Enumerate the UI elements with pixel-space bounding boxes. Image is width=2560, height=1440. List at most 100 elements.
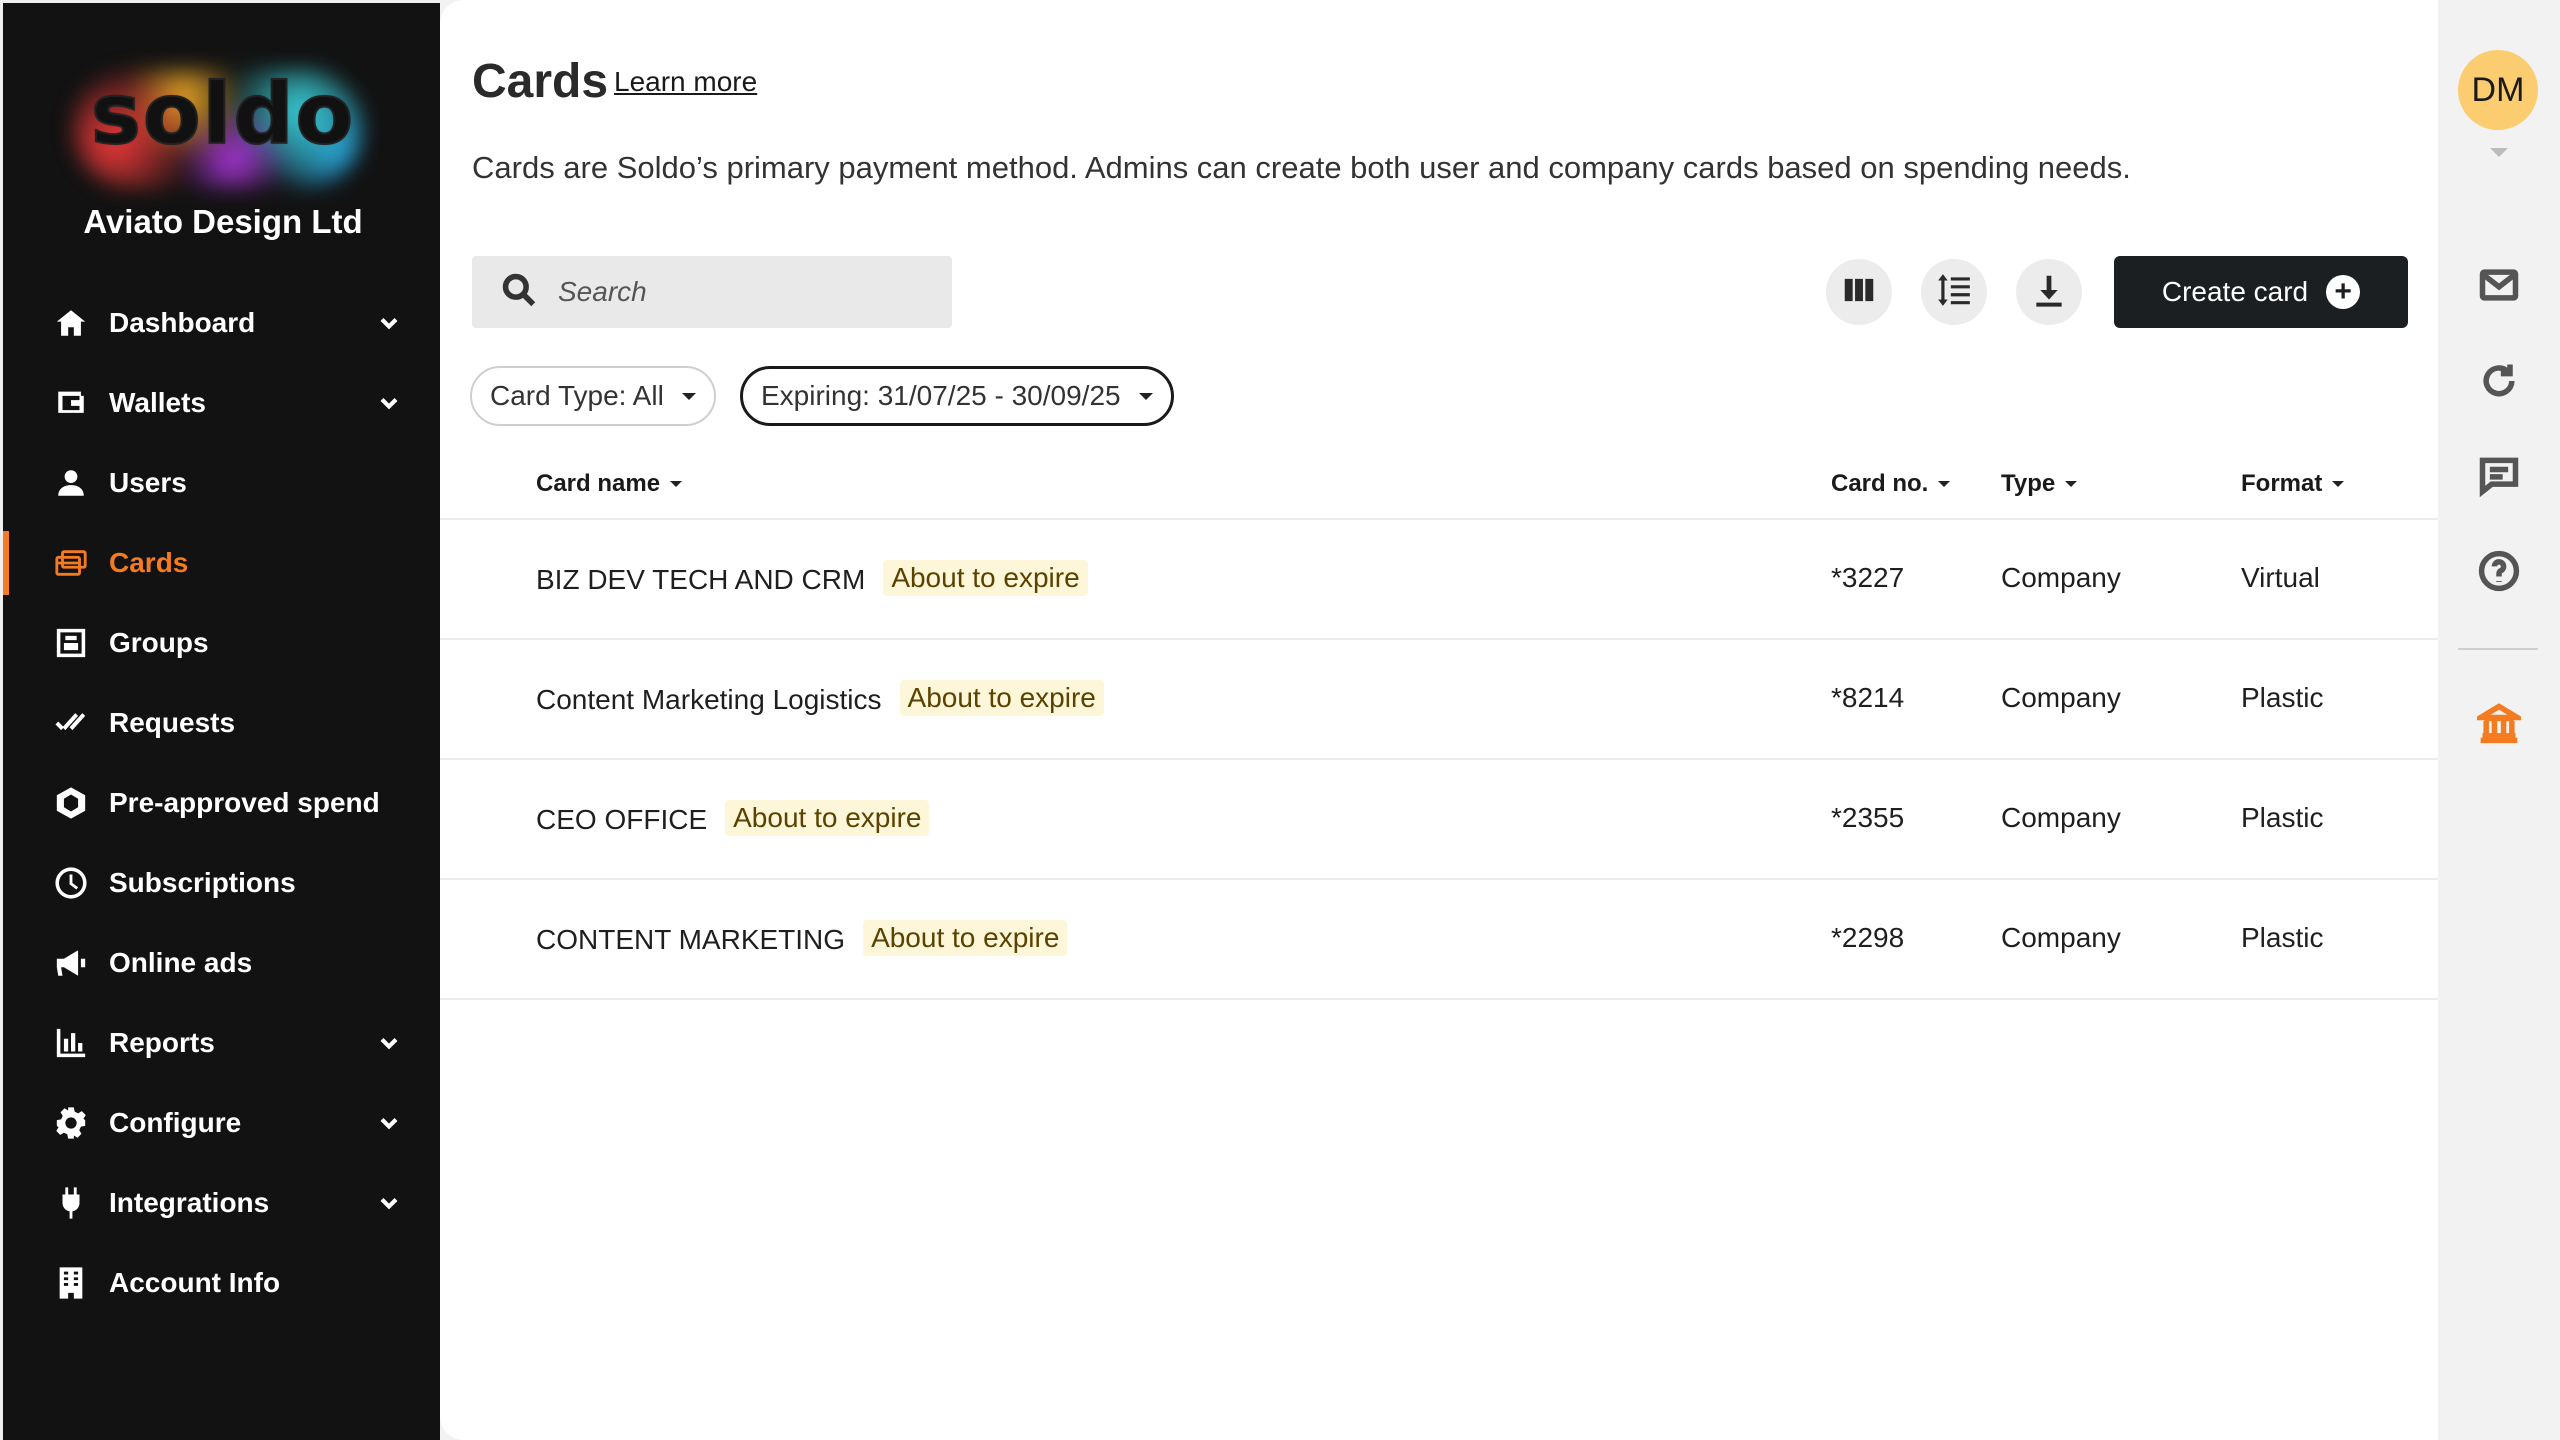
chevron-down-icon[interactable] bbox=[375, 1109, 403, 1137]
card-number-cell: *3227 bbox=[1831, 562, 1905, 593]
double-check-icon bbox=[53, 705, 89, 741]
sidebar-item-reports[interactable]: Reports bbox=[3, 1003, 443, 1083]
refresh-icon[interactable] bbox=[2476, 358, 2522, 404]
search-input[interactable] bbox=[558, 276, 938, 308]
download-icon bbox=[2030, 271, 2068, 314]
sidebar-item-label: Dashboard bbox=[109, 307, 256, 338]
main-content: Cards Learn more Cards are Soldo’s prima… bbox=[440, 0, 2438, 1440]
table-row[interactable]: CEO OFFICE About to expire *2355 Company … bbox=[440, 760, 2438, 880]
column-header-card-no[interactable]: Card no. bbox=[1831, 470, 1951, 498]
card-type-cell: Company bbox=[2001, 922, 2121, 953]
status-badge: About to expire bbox=[899, 680, 1104, 716]
cards-icon bbox=[53, 545, 89, 581]
card-name-cell: CONTENT MARKETING About to expire bbox=[536, 920, 1068, 958]
right-rail: DM bbox=[2438, 0, 2560, 1440]
clock-icon bbox=[53, 865, 89, 901]
status-badge: About to expire bbox=[883, 560, 1088, 596]
sidebar-item-online-ads[interactable]: Online ads bbox=[3, 923, 443, 1003]
sidebar-item-users[interactable]: Users bbox=[3, 443, 443, 523]
groups-icon bbox=[53, 625, 89, 661]
sidebar-nav: Dashboard Wallets Users Cards Groups Req… bbox=[3, 283, 443, 1323]
table-row[interactable]: CONTENT MARKETING About to expire *2298 C… bbox=[440, 880, 2438, 1000]
organization-name: Aviato Design Ltd bbox=[83, 203, 363, 240]
create-card-button[interactable]: Create card + bbox=[2114, 256, 2408, 328]
rail-divider bbox=[2458, 648, 2538, 650]
sidebar-item-label: Account Info bbox=[109, 1267, 281, 1298]
column-header-type[interactable]: Type bbox=[2001, 470, 2078, 498]
chevron-down-icon[interactable] bbox=[375, 309, 403, 337]
card-name: Content Marketing Logistics bbox=[536, 684, 882, 715]
sidebar-item-cards[interactable]: Cards bbox=[3, 523, 443, 603]
expiring-filter[interactable]: Expiring: 31/07/25 - 30/09/25 bbox=[740, 366, 1174, 426]
sidebar: soldo Aviato Design Ltd Dashboard Wallet… bbox=[0, 0, 440, 1440]
columns-icon bbox=[1840, 271, 1878, 314]
chevron-down-icon[interactable] bbox=[375, 1189, 403, 1217]
card-name: CONTENT MARKETING bbox=[536, 924, 846, 955]
create-card-label: Create card bbox=[2161, 276, 2309, 307]
expiring-filter-label: Expiring: 31/07/25 - 30/09/25 bbox=[761, 380, 1121, 411]
table-row[interactable]: BIZ DEV TECH AND CRM About to expire *322… bbox=[440, 520, 2438, 640]
bank-icon[interactable] bbox=[2476, 700, 2522, 746]
table-row[interactable]: Content Marketing Logistics About to expi… bbox=[440, 640, 2438, 760]
gear-icon bbox=[53, 1105, 89, 1141]
card-type-cell: Company bbox=[2001, 682, 2121, 713]
plug-icon bbox=[53, 1185, 89, 1221]
sidebar-item-label: Online ads bbox=[109, 947, 253, 978]
user-icon bbox=[53, 465, 89, 501]
caret-down-icon bbox=[681, 392, 696, 400]
sidebar-item-configure[interactable]: Configure bbox=[3, 1083, 443, 1163]
sidebar-item-account-info[interactable]: Account Info bbox=[3, 1243, 443, 1323]
card-type-cell: Company bbox=[2001, 802, 2121, 833]
sidebar-item-label: Subscriptions bbox=[109, 867, 296, 898]
bar-chart-icon bbox=[53, 1025, 89, 1061]
chat-icon[interactable] bbox=[2476, 452, 2522, 498]
sidebar-item-subscriptions[interactable]: Subscriptions bbox=[3, 843, 443, 923]
column-header-label: Type bbox=[2001, 470, 2056, 497]
help-icon[interactable] bbox=[2476, 548, 2522, 594]
card-type-filter-label: Card Type: All bbox=[490, 380, 664, 411]
sort-caret-icon bbox=[670, 481, 683, 487]
hexagon-icon bbox=[53, 785, 89, 821]
chevron-down-icon[interactable] bbox=[375, 1029, 403, 1057]
sidebar-item-label: Integrations bbox=[109, 1187, 270, 1218]
columns-button[interactable] bbox=[1826, 259, 1892, 325]
row-density-button[interactable] bbox=[1921, 259, 1987, 325]
download-button[interactable] bbox=[2016, 259, 2082, 325]
column-header-label: Format bbox=[2241, 470, 2323, 497]
search-box[interactable] bbox=[472, 256, 952, 328]
sidebar-item-wallets[interactable]: Wallets bbox=[3, 363, 443, 443]
mail-icon[interactable] bbox=[2476, 262, 2522, 308]
chevron-down-icon[interactable] bbox=[375, 389, 403, 417]
learn-more-link[interactable]: Learn more bbox=[614, 66, 757, 98]
sidebar-item-pre-approved-spend[interactable]: Pre-approved spend bbox=[3, 763, 443, 843]
sidebar-item-integrations[interactable]: Integrations bbox=[3, 1163, 443, 1243]
card-format-cell: Virtual bbox=[2241, 562, 2320, 593]
card-name: BIZ DEV TECH AND CRM bbox=[536, 564, 866, 595]
column-header-label: Card no. bbox=[1831, 470, 1929, 497]
status-badge: About to expire bbox=[863, 920, 1068, 956]
card-name-cell: Content Marketing Logistics About to expi… bbox=[536, 680, 1104, 718]
card-number-cell: *8214 bbox=[1831, 682, 1905, 713]
card-type-filter[interactable]: Card Type: All bbox=[470, 366, 716, 426]
building-icon bbox=[53, 1265, 89, 1301]
wallet-icon bbox=[53, 385, 89, 421]
card-name-cell: CEO OFFICE About to expire bbox=[536, 800, 930, 838]
card-name-cell: BIZ DEV TECH AND CRM About to expire bbox=[536, 560, 1088, 598]
page-description: Cards are Soldo’s primary payment method… bbox=[472, 150, 2131, 185]
avatar[interactable]: DM bbox=[2458, 50, 2538, 130]
sidebar-item-groups[interactable]: Groups bbox=[3, 603, 443, 683]
sidebar-item-label: Groups bbox=[109, 627, 209, 658]
sidebar-item-requests[interactable]: Requests bbox=[3, 683, 443, 763]
app-window: soldo Aviato Design Ltd Dashboard Wallet… bbox=[0, 0, 2560, 1440]
column-header-format[interactable]: Format bbox=[2241, 470, 2345, 498]
sidebar-item-label: Configure bbox=[109, 1107, 242, 1138]
sort-caret-icon bbox=[1938, 481, 1951, 487]
sidebar-item-dashboard[interactable]: Dashboard bbox=[3, 283, 443, 363]
caret-down-icon bbox=[1138, 392, 1153, 400]
chevron-down-icon[interactable] bbox=[2490, 148, 2508, 157]
column-header-card-name[interactable]: Card name bbox=[536, 470, 683, 498]
soldo-logo[interactable]: soldo bbox=[3, 59, 443, 189]
page-title: Cards bbox=[472, 55, 609, 108]
sidebar-item-label: Users bbox=[109, 467, 187, 498]
card-number-cell: *2298 bbox=[1831, 922, 1905, 953]
